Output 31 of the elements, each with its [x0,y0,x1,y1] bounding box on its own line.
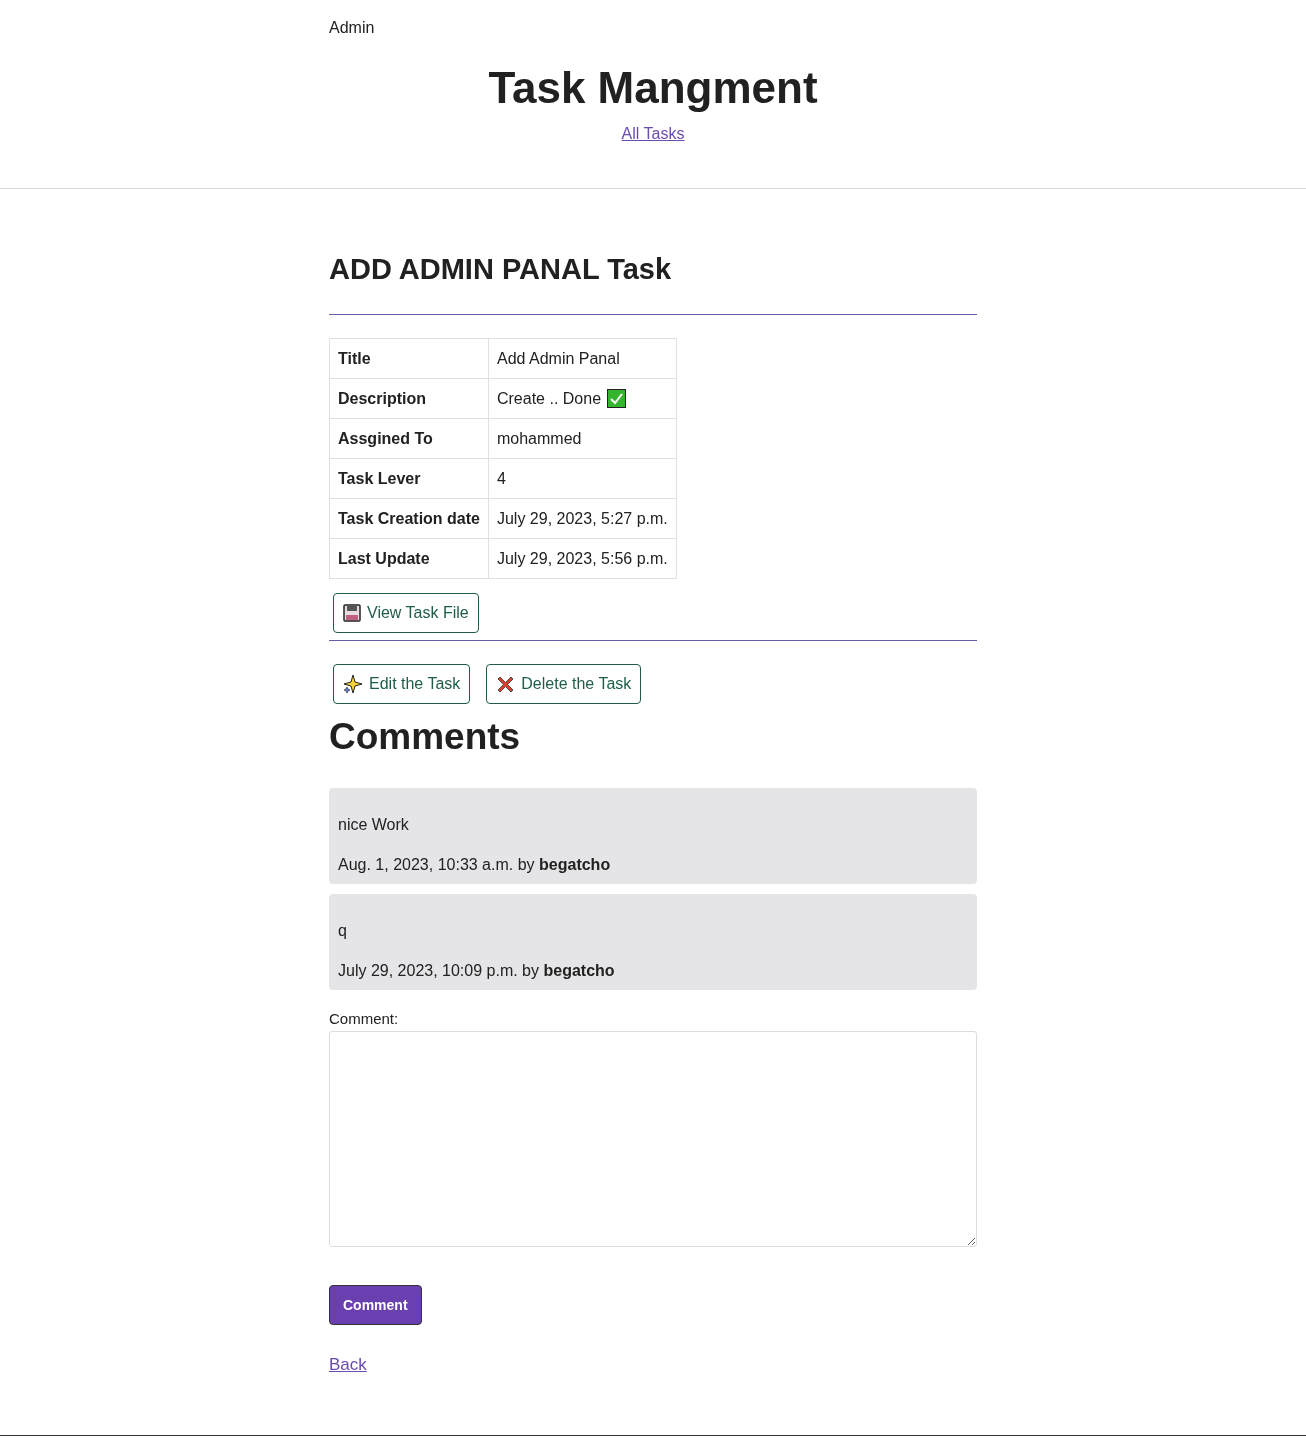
table-cell: July 29, 2023, 5:27 p.m. [488,498,677,539]
view-file-button[interactable]: View Task File [333,593,479,633]
comments-heading: Comments [329,716,522,758]
comment-button[interactable]: Comment [329,1285,422,1325]
task-heading: ADD ADMIN PANAL Task [329,253,673,286]
comment-meta: July 29, 2023, 10:09 p.m. by begatcho [338,962,616,980]
table-cell: mohammed [488,418,677,459]
comment-meta: Aug. 1, 2023, 10:33 a.m. by begatcho [338,856,612,874]
comment-text: nice Work [338,816,410,834]
delete-button[interactable]: Delete the Task [486,664,642,704]
sparkles-icon [343,674,363,694]
comment-label: Comment: [329,1010,400,1027]
site-title: Task Mangment [487,63,819,113]
cell-value: Create .. Done [496,389,602,408]
user-name: Admin [329,19,376,37]
checkmark-icon [607,389,627,408]
all-tasks-link[interactable]: All Tasks [621,125,685,142]
table-cell: Assgined To [329,418,489,459]
table-cell: July 29, 2023, 5:56 p.m. [488,538,677,579]
table-cell: Task Creation date [329,498,489,539]
comment-text: q [338,922,348,940]
cross-icon [496,674,516,694]
table-cell: Description [329,378,489,419]
comment-field[interactable] [329,1031,977,1247]
edit-button[interactable]: Edit the Task [333,664,471,704]
table-cell: Last Update [329,538,489,579]
table-cell: Add Admin Panal [488,338,677,379]
table-cell: Title [329,338,489,379]
back-link[interactable]: Back [329,1355,367,1375]
table-cell: Task Lever [329,458,489,499]
table-cell: 4 [488,458,677,499]
